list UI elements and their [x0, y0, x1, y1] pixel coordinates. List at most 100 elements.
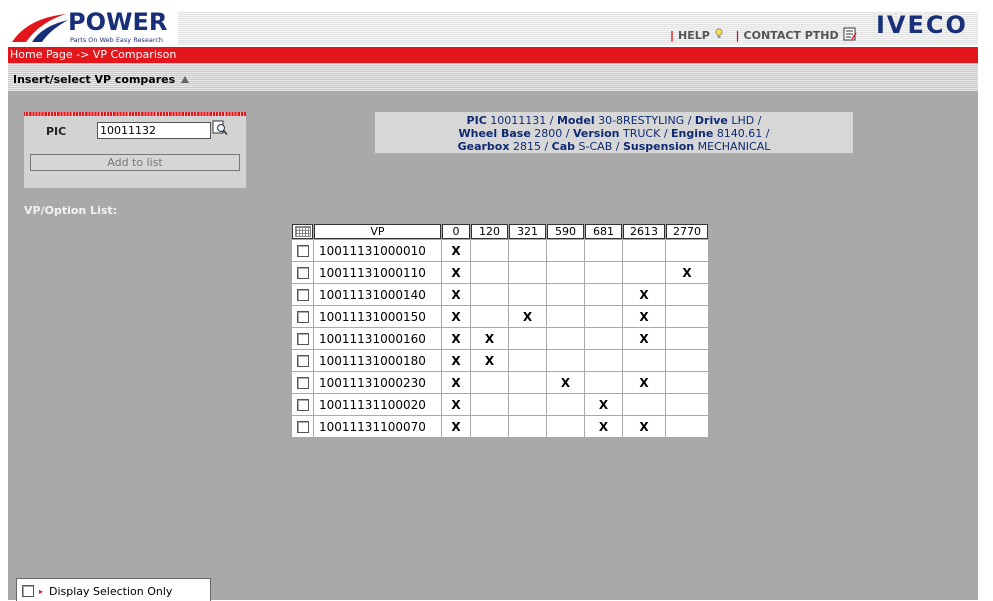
- row-checkbox[interactable]: [296, 355, 309, 367]
- option-cell: [585, 306, 622, 327]
- row-checkbox[interactable]: [296, 377, 309, 389]
- option-cell: X: [666, 262, 708, 283]
- vp-code: 10011131000230: [314, 372, 441, 393]
- option-column-header: 590: [547, 224, 584, 239]
- iveco-logo[interactable]: IVECO: [876, 11, 968, 39]
- vp-code: 10011131000180: [314, 350, 441, 371]
- row-checkbox[interactable]: [296, 267, 309, 279]
- option-cell: X: [442, 394, 470, 415]
- option-mark: X: [598, 419, 609, 434]
- collapse-triangle-icon: [181, 76, 190, 83]
- option-mark: X: [451, 265, 461, 280]
- option-cell: [547, 328, 584, 349]
- option-cell: [547, 416, 584, 437]
- vp-code: 10011131000110: [314, 262, 441, 283]
- lightbulb-icon: [715, 28, 723, 38]
- row-checkbox[interactable]: [296, 245, 309, 257]
- option-cell: X: [623, 306, 665, 327]
- power-wordmark: POWER: [68, 8, 168, 36]
- table-row: 10011131000180 X X: [292, 350, 708, 371]
- option-column-header: 2613: [623, 224, 665, 239]
- option-mark: X: [451, 397, 461, 412]
- header: POWER Parts On Web Easy Research | HELP |…: [8, 0, 978, 47]
- power-tagline: Parts On Web Easy Research: [70, 36, 164, 44]
- option-cell: [666, 306, 708, 327]
- option-cell: X: [442, 240, 470, 261]
- display-selection-checkbox[interactable]: [22, 585, 34, 597]
- power-logo[interactable]: POWER Parts On Web Easy Research: [10, 8, 180, 46]
- option-column-header: 681: [585, 224, 622, 239]
- display-selection-label: Display Selection Only: [49, 585, 173, 598]
- vp-code: 10011131000140: [314, 284, 441, 305]
- select-all-grid-icon: [294, 226, 311, 237]
- display-selection-only[interactable]: ▸ Display Selection Only: [16, 578, 211, 601]
- row-checkbox[interactable]: [296, 333, 309, 345]
- row-select-cell: [292, 328, 313, 349]
- table-row: 10011131000110 X X: [292, 262, 708, 283]
- option-mark: X: [451, 309, 461, 324]
- row-select-cell: [292, 372, 313, 393]
- option-mark: X: [522, 309, 533, 324]
- option-cell: [471, 372, 508, 393]
- option-cell: [547, 394, 584, 415]
- option-cell: [509, 350, 546, 371]
- row-select-cell: [292, 262, 313, 283]
- info-line-1: PIC 10011131 / Model 30-8RESTYLING / Dri…: [466, 114, 762, 127]
- option-cell: X: [509, 306, 546, 327]
- search-doc-icon[interactable]: [212, 120, 228, 136]
- option-mark: X: [451, 375, 461, 390]
- option-cell: [471, 240, 508, 261]
- option-cell: [623, 262, 665, 283]
- option-cell: X: [547, 372, 584, 393]
- option-mark: X: [560, 375, 571, 390]
- row-checkbox[interactable]: [296, 421, 309, 433]
- top-links: | HELP | CONTACT PTHD: [670, 27, 865, 42]
- breadcrumb[interactable]: Home Page -> VP Comparison: [10, 48, 176, 61]
- vehicle-info-box: PIC 10011131 / Model 30-8RESTYLING / Dri…: [375, 112, 853, 153]
- pic-input[interactable]: [97, 122, 211, 139]
- row-checkbox[interactable]: [296, 289, 309, 301]
- vp-column-header: VP: [314, 224, 441, 239]
- option-mark: X: [451, 331, 461, 346]
- option-cell: [509, 240, 546, 261]
- option-cell: X: [442, 262, 470, 283]
- contact-link[interactable]: CONTACT PTHD: [744, 27, 857, 42]
- option-cell: [666, 240, 708, 261]
- option-cell: [471, 262, 508, 283]
- option-mark: X: [639, 375, 649, 390]
- option-mark: X: [484, 353, 495, 368]
- help-link[interactable]: HELP: [678, 28, 727, 42]
- option-cell: [623, 394, 665, 415]
- row-checkbox[interactable]: [296, 399, 309, 411]
- option-cell: [666, 350, 708, 371]
- vp-code: 10011131100070: [314, 416, 441, 437]
- right-margin: [978, 0, 993, 600]
- add-to-list-button[interactable]: Add to list: [30, 154, 240, 171]
- option-cell: X: [471, 328, 508, 349]
- option-cell: [547, 262, 584, 283]
- option-mark: X: [639, 331, 649, 346]
- vp-code: 10011131100020: [314, 394, 441, 415]
- option-column-header: 2770: [666, 224, 708, 239]
- option-mark: X: [639, 309, 649, 324]
- info-line-3: Gearbox 2815 / Cab S-CAB / Suspension ME…: [457, 140, 771, 153]
- table-row: 10011131000010 X: [292, 240, 708, 261]
- option-cell: [585, 240, 622, 261]
- option-cell: [509, 394, 546, 415]
- option-cell: [509, 328, 546, 349]
- main-content: PIC Add to list PIC 10011131 / Model 30-…: [8, 91, 978, 601]
- row-checkbox[interactable]: [296, 311, 309, 323]
- option-cell: [666, 394, 708, 415]
- option-cell: X: [585, 416, 622, 437]
- select-all-header[interactable]: [292, 224, 313, 239]
- option-cell: [509, 284, 546, 305]
- option-cell: X: [442, 306, 470, 327]
- section-title[interactable]: Insert/select VP compares: [13, 73, 190, 86]
- option-mark: X: [639, 287, 649, 302]
- option-mark: X: [598, 397, 609, 412]
- option-cell: [666, 372, 708, 393]
- option-cell: [471, 416, 508, 437]
- option-cell: [585, 372, 622, 393]
- vp-comparison-table: VP 0 120 321 590 681 2613 2770 100111310…: [291, 223, 709, 438]
- option-cell: [585, 328, 622, 349]
